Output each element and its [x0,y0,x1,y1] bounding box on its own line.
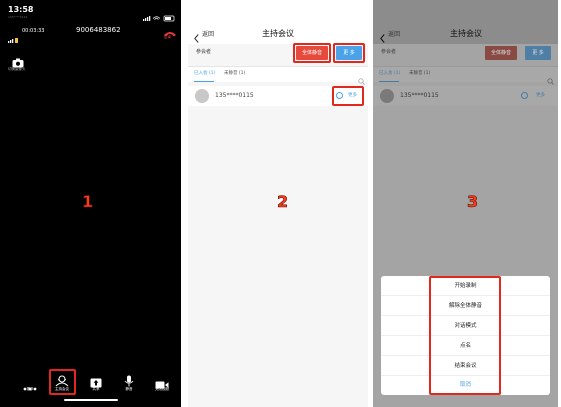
row-more-button[interactable]: 更多 [536,92,545,98]
participant-row[interactable]: 135****0115 更多 [373,86,558,106]
more-button[interactable]: 更 多 [525,46,551,60]
home-indicator [64,399,118,401]
page-title: 主持会议 [450,29,482,38]
action-sheet-highlight [429,276,501,395]
tab-joined[interactable]: 已入会 (1) [379,70,400,76]
mic-status-icon[interactable] [521,92,528,99]
toolbar-mute-label: 静音 [125,387,133,391]
page-title: 主持会议 [262,29,294,38]
avatar [380,89,394,103]
host-meeting-highlight [49,369,76,395]
participants-label: 参会者 [196,49,212,55]
tab-joined[interactable]: 已入会 (1) [194,70,215,76]
back-button[interactable]: 返回 [388,29,400,38]
mute-all-button[interactable]: 全体静音 [485,46,517,60]
back-chevron-icon[interactable] [194,28,199,47]
step-number: 3 [467,192,479,212]
toolbar-more-label: 更多 [26,387,34,391]
call-timer: 00:03:33 [22,28,45,34]
mute-all-highlight [293,43,331,63]
switch-camera-label: 切换摄像头 [8,67,26,71]
tab-underline [194,81,214,82]
more-icon[interactable] [23,376,37,395]
participant-phone: 135****0115 [215,92,254,99]
toolbar-video-label: 关闭视频 [155,387,169,391]
tab-unmuted[interactable]: 未静音 (1) [409,70,430,76]
status-time: 13:58 [8,5,34,14]
step-number: 2 [277,192,289,212]
participant-phone: 135****0115 [400,92,439,99]
meeting-id: 9006483862 [76,26,121,34]
status-carrier: 135****0115 [8,15,28,19]
toolbar-share-label: 共享 [92,387,100,391]
step-number: 1 [82,192,94,212]
tab-unmuted[interactable]: 未静音 (1) [224,70,245,76]
host-meeting-panel: 返回 主持会议 参会者 全体静音 更 多 已入会 (1) 未静音 (1) 135… [188,0,368,407]
tab-underline [379,81,399,82]
row-more-highlight [332,86,364,106]
tab-strip [373,66,558,82]
participants-label: 参会者 [381,49,397,55]
hangup-label: 结束 [164,35,171,39]
back-chevron-icon[interactable] [380,28,385,47]
more-highlight [333,43,365,63]
signal-icon [8,28,20,47]
more-options-panel: 返回 主持会议 参会者 全体静音 更 多 已入会 (1) 未静音 (1) 135… [373,0,558,407]
call-screen-panel: 13:58 135****0115 00:03:33 9006483862 结束… [0,0,181,407]
back-button[interactable]: 返回 [202,29,214,38]
avatar [195,89,209,103]
